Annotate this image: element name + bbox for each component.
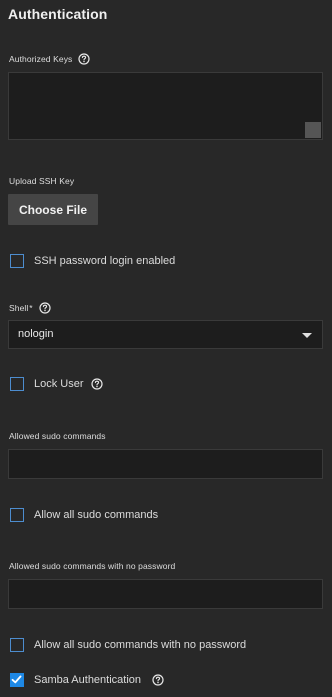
help-circle-icon[interactable] bbox=[152, 674, 164, 686]
allowed-sudo-nopasswd-label: Allowed sudo commands with no password bbox=[9, 561, 176, 571]
allow-all-sudo-nopasswd-checkbox[interactable] bbox=[10, 638, 24, 652]
allow-all-sudo-label: Allow all sudo commands bbox=[34, 509, 159, 521]
resize-handle[interactable] bbox=[305, 122, 321, 138]
authorized-keys-label-row: Authorized Keys bbox=[9, 53, 91, 65]
help-circle-icon[interactable] bbox=[78, 53, 91, 65]
choose-file-button[interactable]: Choose File bbox=[8, 194, 98, 225]
lock-user-label: Lock User bbox=[34, 378, 84, 390]
shell-label-row: Shell * bbox=[9, 302, 51, 314]
authentication-panel: Authentication Authorized Keys Upload SS… bbox=[0, 0, 332, 697]
section-title: Authentication bbox=[8, 6, 108, 22]
allow-all-sudo-checkbox[interactable] bbox=[10, 508, 24, 522]
chevron-down-icon bbox=[302, 333, 312, 338]
allowed-sudo-commands-input[interactable] bbox=[8, 449, 323, 479]
samba-auth-label: Samba Authentication bbox=[34, 674, 142, 686]
samba-auth-row[interactable]: Samba Authentication bbox=[10, 673, 164, 687]
allowed-sudo-nopasswd-input[interactable] bbox=[8, 579, 323, 609]
lock-user-row[interactable]: Lock User bbox=[10, 377, 103, 391]
help-circle-icon[interactable] bbox=[39, 302, 51, 314]
allow-all-sudo-nopasswd-label: Allow all sudo commands with no password bbox=[34, 639, 247, 651]
check-icon bbox=[11, 675, 22, 684]
help-circle-icon[interactable] bbox=[90, 378, 103, 390]
lock-user-checkbox[interactable] bbox=[10, 377, 24, 391]
samba-auth-checkbox[interactable] bbox=[10, 673, 24, 687]
authorized-keys-textarea[interactable] bbox=[8, 72, 323, 140]
allowed-sudo-commands-label: Allowed sudo commands bbox=[9, 431, 106, 441]
upload-ssh-key-label: Upload SSH Key bbox=[9, 176, 75, 186]
ssh-password-login-checkbox[interactable] bbox=[10, 254, 24, 268]
shell-label-text: Shell bbox=[9, 303, 29, 313]
shell-selected-value: nologin bbox=[18, 328, 54, 340]
authorized-keys-label: Authorized Keys bbox=[9, 54, 73, 64]
shell-label: Shell * bbox=[9, 303, 33, 313]
shell-select[interactable]: nologin bbox=[8, 320, 323, 349]
ssh-password-login-row[interactable]: SSH password login enabled bbox=[10, 254, 175, 268]
ssh-password-login-label: SSH password login enabled bbox=[34, 255, 176, 267]
allow-all-sudo-row[interactable]: Allow all sudo commands bbox=[10, 508, 158, 522]
required-marker: * bbox=[29, 303, 33, 313]
allow-all-sudo-nopasswd-row[interactable]: Allow all sudo commands with no password bbox=[10, 638, 246, 652]
